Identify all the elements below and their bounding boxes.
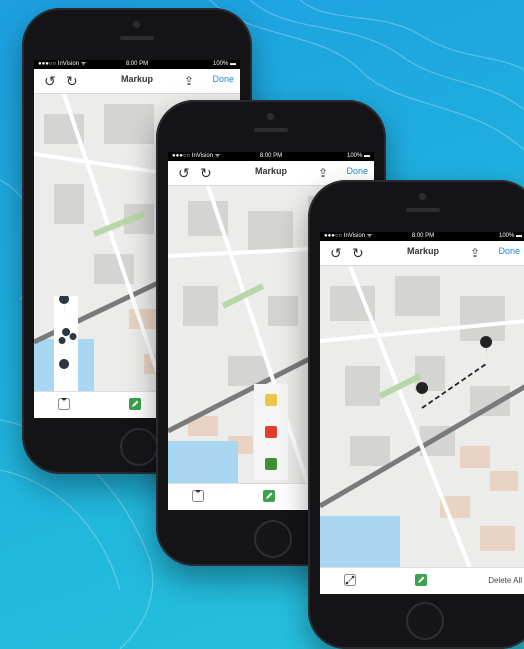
pin-large-icon: [59, 359, 70, 382]
battery-indicator: 100% ▬: [212, 61, 236, 67]
speaker-grille: [406, 208, 440, 212]
map-pin-icon[interactable]: [58, 398, 70, 410]
color-swatch-yellow[interactable]: [265, 394, 277, 406]
color-swatch-red[interactable]: [265, 426, 277, 438]
pin-small-icon: [69, 333, 77, 349]
done-button[interactable]: Done: [346, 166, 368, 176]
share-icon[interactable]: ⇪: [470, 245, 480, 261]
clock: 8:00 PM: [125, 61, 149, 67]
pin-large-icon: [59, 294, 70, 318]
phone-3-screen: ●●●○○ InVision ᯤ 8:00 PM 100% ▬ ↺ ↻ Mark…: [320, 232, 524, 594]
battery-indicator: 100% ▬: [346, 153, 370, 159]
front-camera: [267, 113, 274, 120]
clock: 8:00 PM: [411, 233, 435, 239]
pencil-icon[interactable]: [129, 398, 141, 410]
clock: 8:00 PM: [259, 153, 283, 159]
page-title: Markup: [120, 74, 153, 84]
phone-3: ●●●○○ InVision ᯤ 8:00 PM 100% ▬ ↺ ↻ Mark…: [308, 180, 524, 649]
color-swatch-green[interactable]: [265, 458, 277, 470]
delete-all-button[interactable]: Delete All: [488, 576, 522, 585]
speaker-grille: [120, 36, 154, 40]
home-button[interactable]: [406, 602, 444, 640]
status-bar: ●●●○○ InVision ᯤ 8:00 PM 100% ▬: [168, 152, 374, 161]
share-icon[interactable]: ⇪: [184, 73, 194, 89]
page-title: Markup: [254, 166, 287, 176]
color-palette: [254, 384, 288, 480]
front-camera: [419, 193, 426, 200]
bottom-toolbar: Delete All: [320, 567, 524, 594]
done-button[interactable]: Done: [498, 246, 520, 256]
nav-bar: ↺ ↻ Markup ⇪ Done: [320, 241, 524, 266]
status-bar: ●●●○○ InVision ᯤ 8:00 PM 100% ▬: [34, 60, 240, 69]
page-title: Markup: [406, 246, 439, 256]
pin-palette: [54, 294, 78, 392]
share-icon[interactable]: ⇪: [318, 165, 328, 181]
measure-icon[interactable]: [344, 574, 356, 586]
front-camera: [133, 21, 140, 28]
home-button[interactable]: [120, 428, 158, 466]
pin-small-icon: [58, 337, 66, 353]
done-button[interactable]: Done: [212, 74, 234, 84]
battery-indicator: 100% ▬: [498, 233, 522, 239]
home-button[interactable]: [254, 520, 292, 558]
pencil-icon[interactable]: [415, 574, 427, 586]
pencil-icon[interactable]: [263, 490, 275, 502]
map-view[interactable]: [320, 266, 524, 568]
speaker-grille: [254, 128, 288, 132]
pin-options[interactable]: [54, 294, 78, 392]
nav-bar: ↺ ↻ Markup ⇪ Done: [34, 69, 240, 94]
status-bar: ●●●○○ InVision ᯤ 8:00 PM 100% ▬: [320, 232, 524, 241]
map-pin-icon[interactable]: [192, 490, 204, 502]
